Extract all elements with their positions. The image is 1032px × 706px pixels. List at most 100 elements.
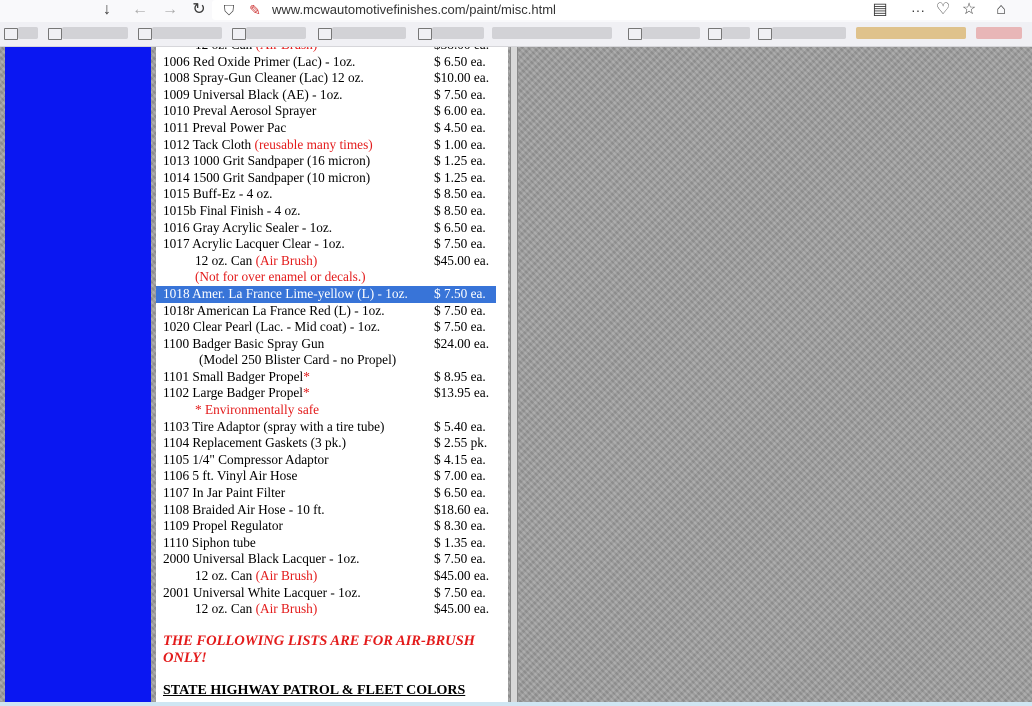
item-description: 1006 Red Oxide Primer (Lac) - 1oz. [163,54,355,71]
item-price: $10.00 ea. [434,70,490,86]
item-description: 1106 5 ft. Vinyl Air Hose [163,468,297,485]
item-description: 1016 Gray Acrylic Sealer - 1oz. [163,220,332,237]
item-text: 2000 Universal Black Lacquer - 1oz. [163,551,360,567]
price-list-row: 1010 Preval Aerosol Sprayer $ 6.00 ea. [156,103,508,120]
price-list-row: 1012 Tack Cloth (reusable many times) $ 1… [156,137,508,154]
bookmark-item[interactable] [18,27,38,39]
price-list-row: 1100 Badger Basic Spray Gun $24.00 ea. [156,336,508,353]
bookmark-item[interactable] [432,27,484,39]
price-list-row: 1105 1/4" Compressor Adaptor $ 4.15 ea. [156,452,508,469]
folder-icon[interactable] [418,28,432,40]
pocket-icon[interactable]: ♡ [932,0,954,20]
price-list-row: 12 oz. Can (Air Brush) $38.00 ea. [156,47,508,54]
item-description: 2000 Universal Black Lacquer - 1oz. [163,551,359,568]
item-price: $ 4.50 ea. [434,119,486,135]
folder-icon[interactable] [4,28,18,40]
bookmark-item[interactable] [246,27,306,39]
bookmark-item[interactable] [62,27,128,39]
item-text: 1102 Large Badger Propel [163,385,303,401]
item-description: 1110 Siphon tube [163,535,256,552]
item-text: 2001 Universal White Lacquer - 1oz. [163,584,361,600]
url-text[interactable]: www.mcwautomotivefinishes.com/paint/misc… [272,1,556,19]
download-icon[interactable]: ↓ [96,0,118,20]
item-text: 1110 Siphon tube [163,534,256,550]
reader-view-icon[interactable]: ▤ [869,0,891,20]
item-description: 1011 Preval Power Pac [163,120,286,137]
bookmark-item[interactable] [492,27,612,39]
price-list-row: 1008 Spray-Gun Cleaner (Lac) 12 oz. $10.0… [156,70,508,87]
item-description: 12 oz. Can (Air Brush) [195,568,317,585]
price-list-row: 1103 Tire Adaptor (spray with a tire tub… [156,419,508,436]
price-list-row: 1110 Siphon tube $ 1.35 ea. [156,535,508,552]
bookmark-item[interactable] [722,27,750,39]
item-text: 1018r American La France Red (L) - 1oz. [163,302,385,318]
bookmark-item[interactable] [332,27,406,39]
item-text: (Model 250 Blister Card - no Propel) [199,352,397,368]
item-price: $ 4.15 ea. [434,451,486,467]
insecure-lock-icon[interactable]: ✎ [244,0,266,20]
item-text: 1016 Gray Acrylic Sealer - 1oz. [163,219,333,235]
item-text: 1013 1000 Grit Sandpaper (16 micron) [163,153,371,169]
folder-icon[interactable] [708,28,722,40]
item-price: $ 6.50 ea. [434,219,486,235]
item-price: $ 7.50 ea. [434,285,486,301]
item-text: 1015b Final Finish - 4 oz. [163,202,301,218]
folder-icon[interactable] [232,28,246,40]
reload-icon[interactable]: ↻ [188,0,210,20]
item-description: 1008 Spray-Gun Cleaner (Lac) 12 oz. [163,70,364,87]
item-note: (Air Brush) [255,568,318,583]
item-note: (reusable many times) [254,136,373,152]
folder-icon[interactable] [318,28,332,40]
item-price: $ 2.55 pk. [434,435,488,451]
item-description: 1109 Propel Regulator [163,518,283,535]
item-description: 1012 Tack Cloth (reusable many times) [163,137,373,154]
price-list-row: * Environmentally safe [156,402,508,419]
item-text: 1100 Badger Basic Spray Gun [163,335,325,351]
item-note: * [303,368,310,384]
price-list-rows: 12 oz. Can (Air Brush)$38.00 ea.1006 Red… [156,47,508,618]
item-description: (Model 250 Blister Card - no Propel) [199,352,396,369]
item-description: 1015b Final Finish - 4 oz. [163,203,300,220]
item-price: $ 5.40 ea. [434,418,486,434]
item-description: (Not for over enamel or decals.) [195,269,366,286]
item-description: 1101 Small Badger Propel* [163,369,310,386]
item-description: 1107 In Jar Paint Filter [163,485,285,502]
shield-icon[interactable]: ⛉ [218,0,240,20]
bookmark-item[interactable] [856,27,966,39]
item-text: 12 oz. Can [195,252,256,268]
price-list-row: 1015 Buff-Ez - 4 oz. $ 8.50 ea. [156,186,508,203]
bookmark-star-icon[interactable]: ☆ [958,0,980,20]
item-text: 1107 In Jar Paint Filter [163,485,286,501]
item-text: 1012 Tack Cloth [163,136,255,152]
home-icon[interactable]: ⌂ [990,0,1012,20]
price-list-row: 1106 5 ft. Vinyl Air Hose $ 7.00 ea. [156,468,508,485]
item-text: 1020 Clear Pearl (Lac. - Mid coat) - 1oz… [163,319,381,335]
price-list-row: 1102 Large Badger Propel* $13.95 ea. [156,385,508,402]
item-price: $24.00 ea. [434,335,490,351]
item-description: 1015 Buff-Ez - 4 oz. [163,186,272,203]
bookmark-item[interactable] [976,27,1022,39]
folder-icon[interactable] [138,28,152,40]
item-description: 1009 Universal Black (AE) - 1oz. [163,87,342,104]
patrol-colors-heading[interactable]: STATE HIGHWAY PATROL & FLEET COLORS [163,682,465,699]
item-note: (Air Brush) [255,252,318,268]
price-list-row: 1013 1000 Grit Sandpaper (16 micron) $ 1.… [156,153,508,170]
folder-icon[interactable] [758,28,772,40]
bookmarks-toolbar [0,22,1032,47]
price-list-row: 1011 Preval Power Pac $ 4.50 ea. [156,120,508,137]
back-icon[interactable]: ← [129,0,151,20]
folder-icon[interactable] [48,28,62,40]
bookmark-item[interactable] [152,27,222,39]
price-list-row: 1109 Propel Regulator $ 8.30 ea. [156,518,508,535]
price-list-row: (Not for over enamel or decals.) [156,269,508,286]
item-description: 1102 Large Badger Propel* [163,385,310,402]
bookmark-item[interactable] [772,27,846,39]
bookmark-item[interactable] [642,27,700,39]
price-list-row: 1016 Gray Acrylic Sealer - 1oz. $ 6.50 ea… [156,220,508,237]
item-description: 2001 Universal White Lacquer - 1oz. [163,585,361,602]
folder-icon[interactable] [628,28,642,40]
page-actions-menu-icon[interactable]: ··· [906,0,930,20]
forward-icon[interactable]: → [159,0,181,20]
column-divider [510,47,518,706]
item-description: 1020 Clear Pearl (Lac. - Mid coat) - 1oz… [163,319,380,336]
